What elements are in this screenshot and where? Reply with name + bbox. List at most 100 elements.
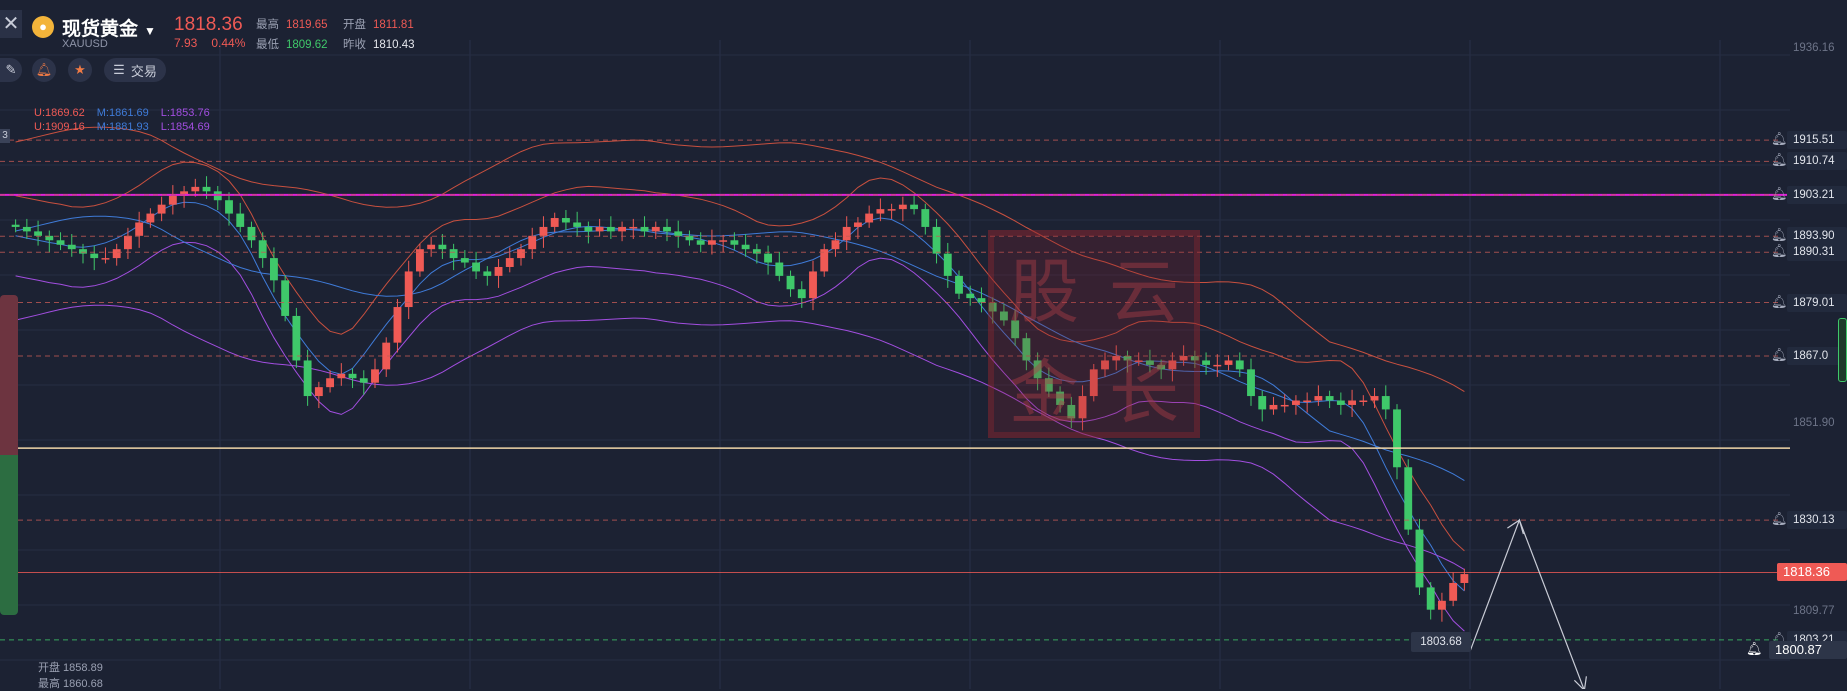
bell-icon[interactable]: 🔔︎ [1771,511,1788,527]
candle-body [67,244,76,250]
candle-body [326,378,335,388]
chart-grid [0,40,1790,689]
candle-body [663,226,671,232]
low-price-marker: 1803.68 [1411,632,1471,652]
candle-body [921,209,930,227]
legend-lower: L:1853.76 [160,107,210,119]
candle-body [247,226,256,241]
candle-body [303,360,312,397]
sentiment-bar-buy[interactable] [0,455,18,615]
candle-body [135,222,144,236]
menu-icon: ☰ [113,62,125,77]
candle-body [11,224,20,227]
change-pct: 0.44% [211,36,246,50]
candle-body [550,218,559,227]
stat-value: 1819.65 [286,19,328,31]
candle-body [348,373,357,379]
stat-low: 最低 1809.62 [256,36,328,52]
candle-body [887,209,896,211]
candle-body [101,258,110,260]
change-abs: 7.93 [174,36,198,50]
candle-body [371,369,379,383]
alert-level-label[interactable]: 1879.01 [1787,293,1847,312]
bell-icon[interactable]: 🔔︎ [1771,186,1788,202]
alert-level-label[interactable]: 1903.21 [1787,185,1847,204]
axis-tick-label: 1809.77 [1793,604,1835,617]
alert-level-label[interactable]: 1830.13 [1787,511,1847,530]
bell-icon[interactable]: 🔔︎ [1771,347,1788,363]
candle-body [314,387,323,397]
candle-body [337,373,346,379]
candle-body [1314,396,1323,401]
watermark-char: 长 [1109,352,1179,434]
candle-body [573,222,582,227]
candle-body [1235,360,1244,370]
candle-body [1415,529,1424,588]
close-icon[interactable]: ✕ [0,10,22,38]
candle-body [1280,404,1289,407]
candle-body [640,226,649,232]
stat-label: 昨收 [343,39,366,51]
star-icon[interactable]: ★ [68,58,92,82]
candle-body [528,235,537,250]
bell-icon[interactable]: 🔔︎ [1771,227,1788,243]
last-price: 1818.36 [174,14,243,35]
candle-body [269,258,278,281]
price-chart[interactable] [0,0,1847,689]
candle-body [561,218,570,223]
candle-body [1370,396,1379,401]
stat-open: 开盘 1811.81 [343,16,414,32]
trade-button[interactable]: ☰ 交易 [104,58,166,82]
candle-body [1325,396,1334,401]
candle-body [842,226,851,241]
candle-body [764,253,773,263]
gold-coin-icon: ● [32,16,54,38]
candle-body [809,271,817,299]
candle-body [797,289,806,299]
candle-body [1336,400,1345,405]
instrument-symbol: XAUUSD [62,38,108,50]
candle-body [1393,409,1401,468]
bell-icon[interactable]: 🔔︎ [32,58,56,82]
sentiment-bar-sell[interactable] [0,295,18,455]
stat-high: 最高 1819.65 [256,16,328,32]
candle-body [966,293,975,299]
instrument-selector[interactable]: 现货黄金 ▼ [62,14,156,41]
bottom-open-info: 开盘 1858.89 [38,662,103,674]
stat-label: 最低 [256,39,279,51]
bell-icon[interactable]: 🔔︎ [1771,294,1788,310]
candle-body [696,240,705,245]
candle-body [730,240,739,245]
candle-body [618,226,627,232]
bell-icon[interactable]: 🔔︎ [1746,641,1763,657]
stat-value: 1810.43 [373,39,415,51]
candle-body [517,249,525,259]
candle-body [539,226,548,236]
alert-level-label[interactable]: 1910.74 [1787,152,1847,171]
stat-prev-close: 昨收 1810.43 [343,36,415,52]
candle-body [34,231,43,236]
candle-body [606,226,615,232]
alert-level-label[interactable]: 1915.51 [1787,131,1847,150]
candle-body [1258,396,1267,410]
bell-icon[interactable]: 🔔︎ [1771,131,1788,147]
axis-tick-label: 1936.16 [1793,42,1835,55]
candlesticks [11,176,1469,622]
candle-body [775,262,784,276]
instrument-header: ✕ ● 现货黄金 ▼ XAUUSD 1818.36 7.93 0.44% 最高 181… [0,0,600,52]
candle-body [236,213,245,227]
bell-icon[interactable]: 🔔︎ [1771,243,1788,259]
bell-icon[interactable]: 🔔︎ [1771,152,1788,168]
scroll-handle[interactable] [1838,318,1847,382]
bb-upper-slow [15,126,1465,393]
candle-body [157,204,166,214]
candle-body [123,235,132,250]
candle-body [1224,360,1233,365]
legend-upper: U:1909.16 [34,121,85,133]
candle-body [191,186,200,192]
candle-body [943,253,952,276]
candle-body [955,275,963,294]
price-change: 7.93 0.44% [174,36,259,50]
alert-level-label[interactable]: 1890.31 [1787,243,1847,262]
candle-body [651,226,660,232]
